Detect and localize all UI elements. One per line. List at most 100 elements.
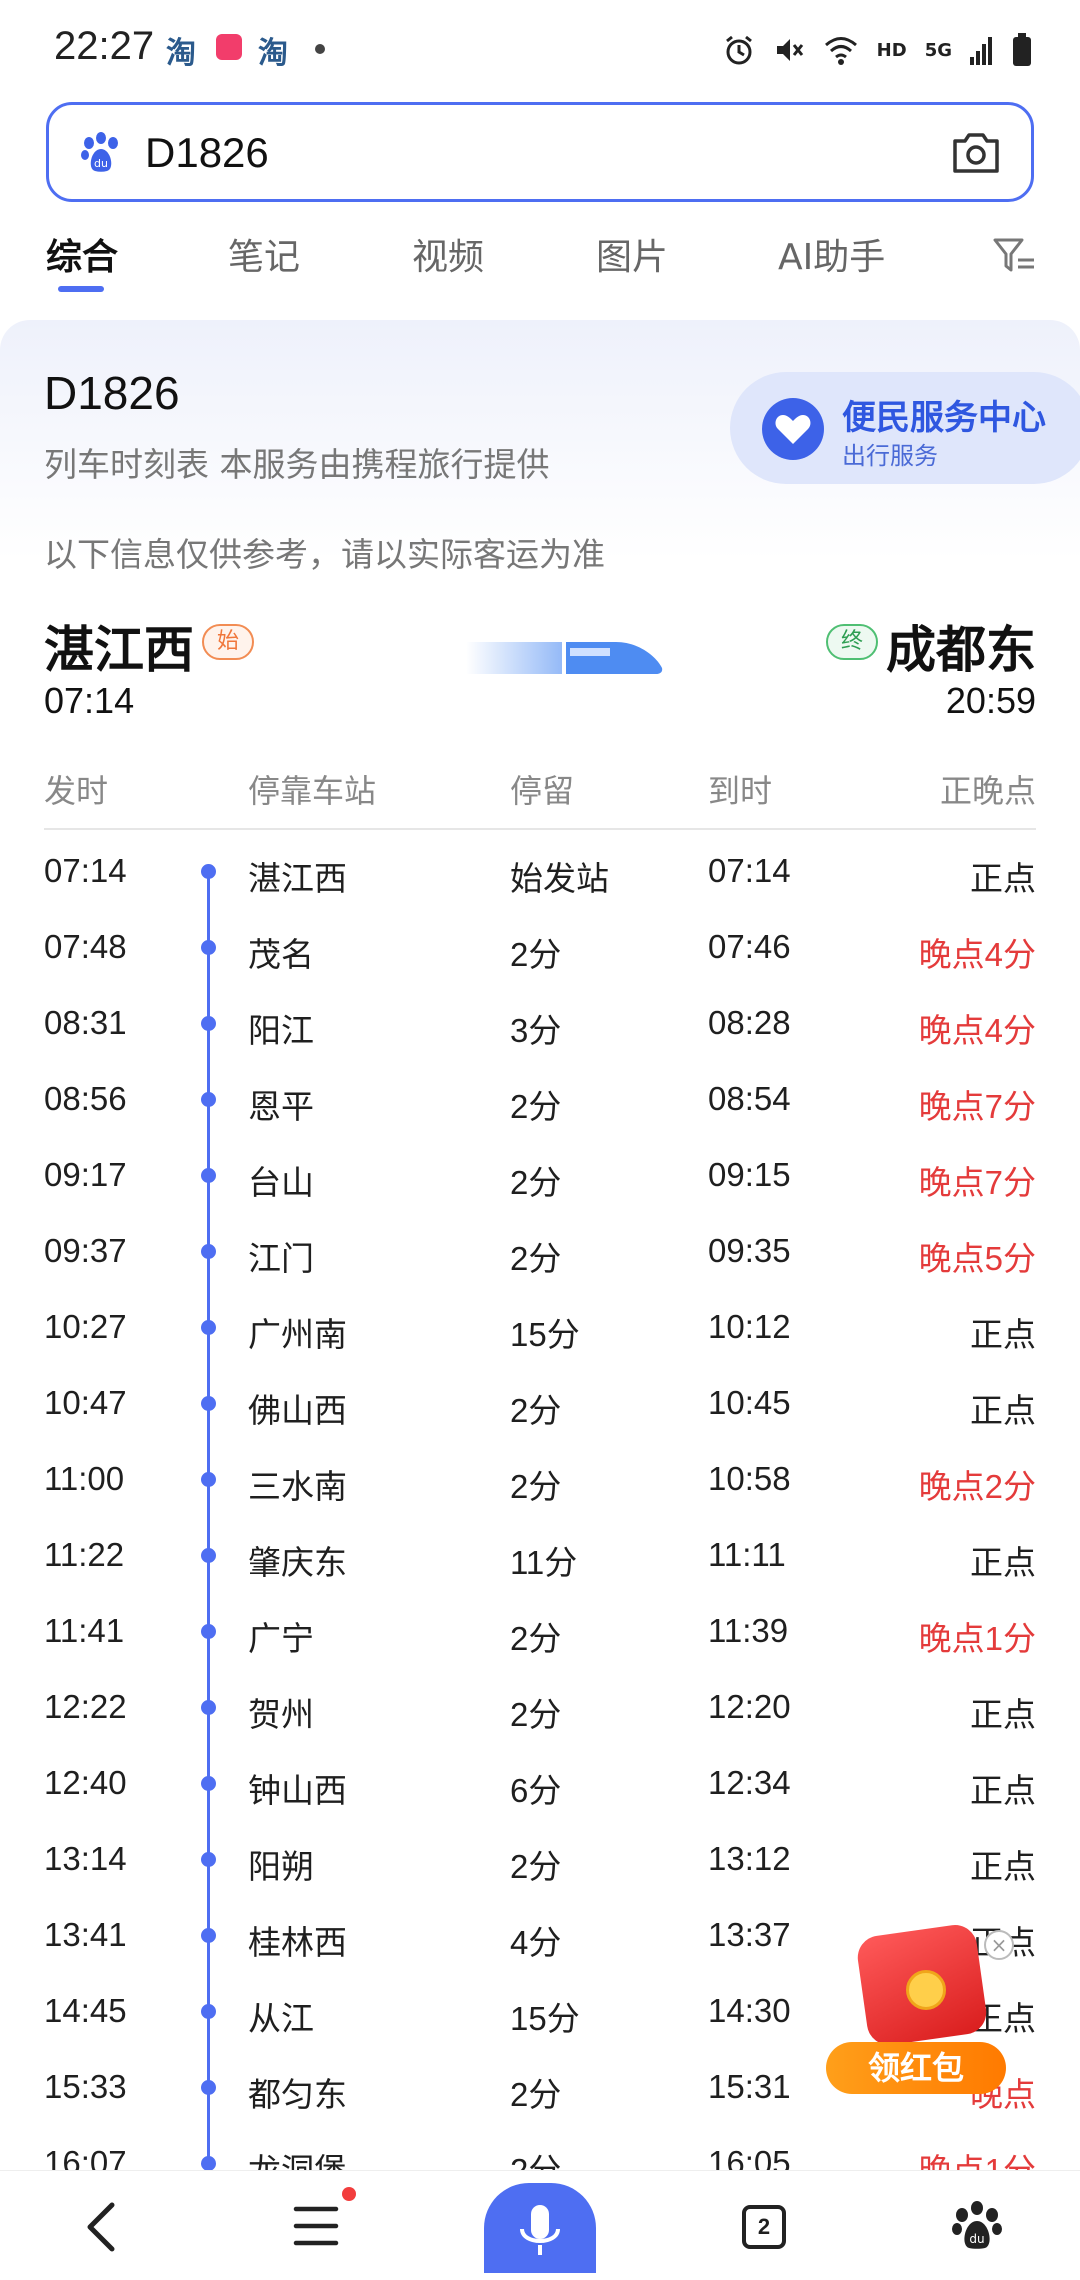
- arrival-time: 09:35: [708, 1232, 791, 1269]
- header-station: 停靠车站: [248, 772, 377, 810]
- filter-icon[interactable]: [992, 234, 1036, 278]
- punctuality-status: 晚点7分: [918, 1164, 1036, 1201]
- departure-time: 11:00: [44, 1460, 125, 1497]
- station-dot: [201, 1624, 216, 1639]
- search-bar[interactable]: du D1826: [46, 102, 1034, 202]
- table-row: 09:17 台山 2分 09:15 晚点7分: [0, 1136, 1080, 1212]
- departure-time: 14:45: [44, 1992, 127, 2029]
- punctuality-status: 晚点2分: [918, 1468, 1036, 1505]
- stop-duration: 始发站: [510, 860, 609, 897]
- arrival-time: 08:28: [708, 1004, 791, 1041]
- active-tab-indicator: [58, 286, 104, 292]
- tab-ai-assistant[interactable]: AI助手: [778, 228, 885, 280]
- tab-comprehensive[interactable]: 综合: [46, 228, 118, 280]
- table-row: 11:00 三水南 2分 10:58 晚点2分: [0, 1440, 1080, 1516]
- mic-icon: [520, 2205, 560, 2255]
- station-dot: [201, 940, 216, 955]
- alarm-icon: [725, 35, 752, 65]
- departure-time: 12:40: [44, 1764, 127, 1801]
- table-row: 12:40 钟山西 6分 12:34 正点: [0, 1744, 1080, 1820]
- signal-icon: [970, 37, 992, 65]
- arrival-time: 07:14: [708, 852, 791, 889]
- network-label: HD: [876, 39, 907, 61]
- tab-notes[interactable]: 笔记: [228, 228, 300, 280]
- stop-duration: 15分: [510, 2000, 580, 2037]
- arrival-time: 12:20: [708, 1688, 791, 1725]
- station-dot: [201, 2080, 216, 2095]
- menu-icon[interactable]: [292, 2203, 340, 2249]
- station-dot: [201, 1244, 216, 1259]
- stop-duration: 2分: [510, 1392, 562, 1429]
- station-dot: [201, 1472, 216, 1487]
- origin-time: 07:14: [44, 680, 135, 721]
- stop-duration: 2分: [510, 1848, 562, 1885]
- coin-icon: [906, 1970, 946, 2010]
- header-departure: 发时: [44, 772, 109, 810]
- arrival-time: 10:58: [708, 1460, 791, 1497]
- arrival-time: 09:15: [708, 1156, 791, 1193]
- station-name: 肇庆东: [248, 1544, 347, 1581]
- baidu-logo-icon[interactable]: du: [950, 2199, 1004, 2253]
- station-name: 广州南: [248, 1316, 347, 1353]
- table-row: 11:41 广宁 2分 11:39 晚点1分: [0, 1592, 1080, 1668]
- table-row: 08:56 恩平 2分 08:54 晚点7分: [0, 1060, 1080, 1136]
- disclaimer-notice: 以下信息仅供参考，请以实际客运为准: [44, 535, 605, 574]
- stop-duration: 2分: [510, 2076, 562, 2113]
- red-packet-widget[interactable]: × 领红包: [826, 1922, 1016, 2100]
- table-row: 11:22 肇庆东 11分 11:11 正点: [0, 1516, 1080, 1592]
- tab-video[interactable]: 视频: [412, 228, 484, 280]
- departure-time: 07:14: [44, 852, 127, 889]
- departure-time: 10:27: [44, 1308, 127, 1345]
- station-name: 桂林西: [248, 1924, 347, 1961]
- punctuality-status: 正点: [970, 1316, 1036, 1353]
- tabs-button[interactable]: 2: [742, 2205, 786, 2249]
- station-name: 茂名: [248, 936, 314, 973]
- notification-dot: [315, 44, 325, 54]
- camera-icon[interactable]: [951, 131, 1001, 175]
- back-icon[interactable]: [78, 2199, 128, 2255]
- heart-hand-icon: [762, 398, 824, 460]
- svg-text:du: du: [94, 157, 108, 170]
- origin-tag: 始: [202, 624, 254, 660]
- service-center-button[interactable]: 便民服务中心 出行服务: [730, 372, 1080, 484]
- station-dot: [201, 1700, 216, 1715]
- arrival-time: 10:45: [708, 1384, 791, 1421]
- station-dot: [201, 1548, 216, 1563]
- status-bar: 22:27 淘 淘 HD 5G: [0, 0, 1080, 100]
- station-name: 广宁: [248, 1620, 314, 1657]
- tab-images[interactable]: 图片: [596, 228, 668, 280]
- red-packet-label[interactable]: 领红包: [826, 2042, 1006, 2094]
- arrival-time: 15:31: [708, 2068, 791, 2105]
- departure-time: 09:17: [44, 1156, 127, 1193]
- search-input[interactable]: D1826: [145, 125, 269, 181]
- arrival-time: 13:37: [708, 1916, 791, 1953]
- station-name: 钟山西: [248, 1772, 347, 1809]
- train-schedule-card: D1826 列车时刻表 本服务由携程旅行提供 便民服务中心 出行服务 以下信息仅…: [0, 320, 1080, 2276]
- station-name: 从江: [248, 2000, 314, 2037]
- stop-duration: 15分: [510, 1316, 580, 1353]
- stop-duration: 2分: [510, 1240, 562, 1277]
- punctuality-status: 正点: [970, 1544, 1036, 1581]
- station-name: 三水南: [248, 1468, 347, 1505]
- departure-time: 08:31: [44, 1004, 127, 1041]
- table-row: 12:22 贺州 2分 12:20 正点: [0, 1668, 1080, 1744]
- arrival-time: 11:11: [708, 1536, 786, 1573]
- punctuality-status: 晚点1分: [918, 1620, 1036, 1657]
- punctuality-status: 晚点4分: [918, 936, 1036, 973]
- table-header: 发时 停靠车站 停留 到时 正晚点: [0, 766, 1080, 816]
- stop-duration: 2分: [510, 1696, 562, 1733]
- table-row: 07:14 湛江西 始发站 07:14 正点: [0, 832, 1080, 908]
- station-name: 恩平: [248, 1088, 314, 1125]
- close-icon[interactable]: ×: [984, 1930, 1014, 1960]
- header-divider: [44, 828, 1036, 830]
- destination-tag: 终: [826, 624, 878, 660]
- station-name: 湛江西: [248, 860, 347, 897]
- punctuality-status: 正点: [970, 1848, 1036, 1885]
- departure-time: 13:14: [44, 1840, 127, 1877]
- voice-search-button[interactable]: [484, 2183, 596, 2273]
- stop-duration: 4分: [510, 1924, 562, 1961]
- station-dot: [201, 1396, 216, 1411]
- stop-duration: 6分: [510, 1772, 562, 1809]
- departure-time: 15:33: [44, 2068, 127, 2105]
- arrival-time: 13:12: [708, 1840, 791, 1877]
